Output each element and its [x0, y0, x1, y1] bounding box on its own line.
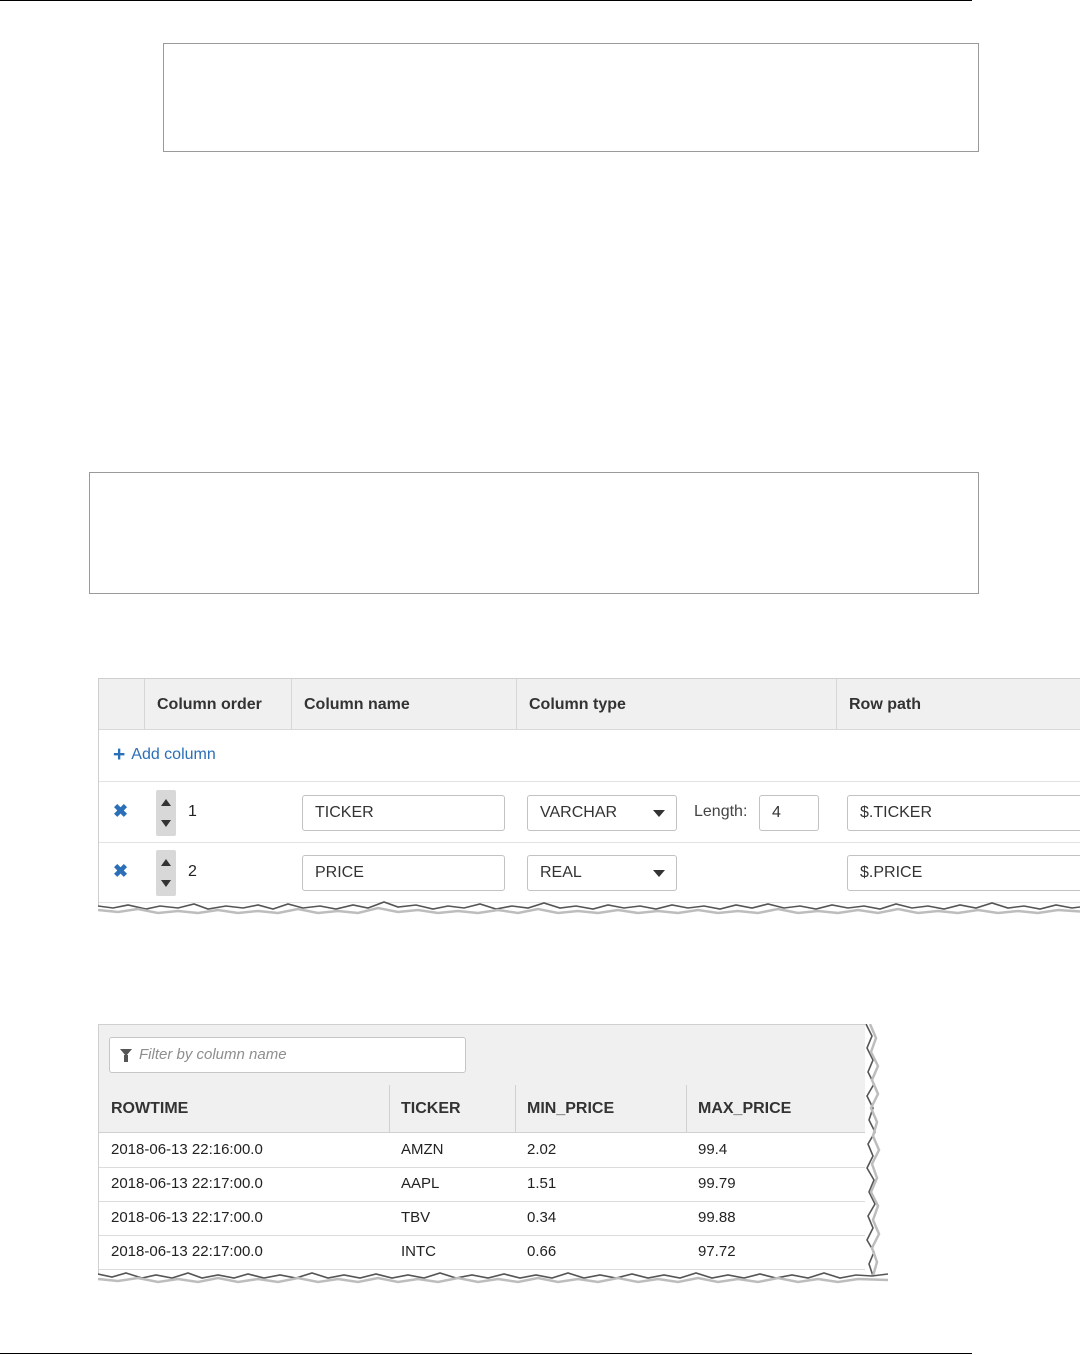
cell-ticker: TBV: [401, 1209, 431, 1226]
column-type-value: VARCHAR: [540, 804, 618, 821]
cell-min-price: 2.02: [527, 1141, 557, 1158]
cell-max-price: 99.88: [698, 1209, 736, 1226]
cell-rowtime: 2018-06-13 22:17:00.0: [111, 1209, 263, 1226]
add-column-label: Add column: [131, 746, 216, 763]
code-block-1: [163, 43, 979, 152]
column-type-select[interactable]: REAL: [527, 855, 677, 891]
table-row: 2018-06-13 22:17:00.0 TBV 0.34 99.88: [99, 1201, 865, 1236]
length-input[interactable]: 4: [759, 795, 819, 831]
cell-rowtime: 2018-06-13 22:17:00.0: [111, 1175, 263, 1192]
code-block-2: [89, 472, 979, 594]
schema-table: Column order Column name Column type Row…: [98, 678, 1080, 906]
table-row: 2018-06-13 22:16:00.0 AMZN 2.02 99.4: [99, 1133, 865, 1168]
torn-edge-bottom: [98, 901, 1080, 918]
caret-down-icon: [653, 870, 665, 877]
header-column-name: Column name: [291, 679, 516, 729]
header-max-price[interactable]: MAX_PRICE: [686, 1085, 865, 1132]
up-down-stepper-icon[interactable]: [156, 790, 176, 836]
results-toolbar: Filter by column name: [99, 1024, 865, 1086]
cell-min-price: 0.66: [527, 1243, 557, 1260]
chevron-down-icon[interactable]: [161, 820, 171, 827]
header-column-type: Column type: [516, 679, 836, 729]
caret-down-icon: [653, 810, 665, 817]
column-order-value: 2: [188, 863, 197, 880]
top-rule: [0, 0, 972, 1]
cell-rowtime: 2018-06-13 22:16:00.0: [111, 1141, 263, 1158]
cell-ticker: INTC: [401, 1243, 436, 1260]
column-order-value: 1: [188, 803, 197, 820]
schema-row: ✖ 2 PRICE REAL $.PRICE: [99, 842, 1080, 903]
cell-max-price: 99.4: [698, 1141, 728, 1158]
funnel-icon: [120, 1049, 132, 1062]
schema-row: ✖ 1 TICKER VARCHAR Length: 4 $.TICKER: [99, 782, 1080, 843]
torn-edge-right: [865, 1024, 898, 1289]
column-name-input[interactable]: PRICE: [302, 855, 505, 891]
length-label: Length:: [694, 803, 748, 820]
cell-ticker: AAPL: [401, 1175, 440, 1192]
column-name-input[interactable]: TICKER: [302, 795, 505, 831]
bottom-rule: [0, 1353, 972, 1354]
column-type-value: REAL: [540, 864, 582, 881]
results-header-row: ROWTIME TICKER MIN_PRICE MAX_PRICE: [99, 1085, 865, 1133]
cell-max-price: 99.79: [698, 1175, 736, 1192]
column-type-select[interactable]: VARCHAR: [527, 795, 677, 831]
header-column-order: Column order: [144, 679, 291, 729]
filter-placeholder: Filter by column name: [139, 1046, 287, 1063]
torn-edge-bottom: [98, 1272, 888, 1289]
filter-input[interactable]: Filter by column name: [109, 1037, 466, 1073]
cell-min-price: 0.34: [527, 1209, 557, 1226]
close-icon[interactable]: ✖: [113, 801, 128, 822]
add-column-row: + Add column: [99, 729, 1080, 782]
table-row: 2018-06-13 22:17:00.0 AAPL 1.51 99.79: [99, 1167, 865, 1202]
plus-icon: +: [113, 743, 126, 766]
cell-min-price: 1.51: [527, 1175, 557, 1192]
cell-ticker: AMZN: [401, 1141, 444, 1158]
query-results: Filter by column name ROWTIME TICKER MIN…: [98, 1024, 898, 1289]
table-row: 2018-06-13 22:17:00.0 INTC 0.66 97.72: [99, 1235, 865, 1270]
header-row-path: Row path: [836, 679, 1080, 729]
chevron-down-icon[interactable]: [161, 880, 171, 887]
row-path-input[interactable]: $.PRICE: [847, 855, 1080, 891]
chevron-up-icon[interactable]: [161, 859, 171, 866]
row-path-input[interactable]: $.TICKER: [847, 795, 1080, 831]
header-rowtime[interactable]: ROWTIME: [99, 1085, 389, 1132]
schema-editor: Column order Column name Column type Row…: [98, 678, 1080, 918]
close-icon[interactable]: ✖: [113, 861, 128, 882]
cell-rowtime: 2018-06-13 22:17:00.0: [111, 1243, 263, 1260]
schema-header-row: Column order Column name Column type Row…: [99, 678, 1080, 730]
cell-max-price: 97.72: [698, 1243, 736, 1260]
header-ticker[interactable]: TICKER: [389, 1085, 515, 1132]
add-column-button[interactable]: + Add column: [113, 729, 216, 781]
chevron-up-icon[interactable]: [161, 799, 171, 806]
up-down-stepper-icon[interactable]: [156, 850, 176, 896]
results-table: Filter by column name ROWTIME TICKER MIN…: [98, 1024, 865, 1276]
header-min-price[interactable]: MIN_PRICE: [515, 1085, 686, 1132]
